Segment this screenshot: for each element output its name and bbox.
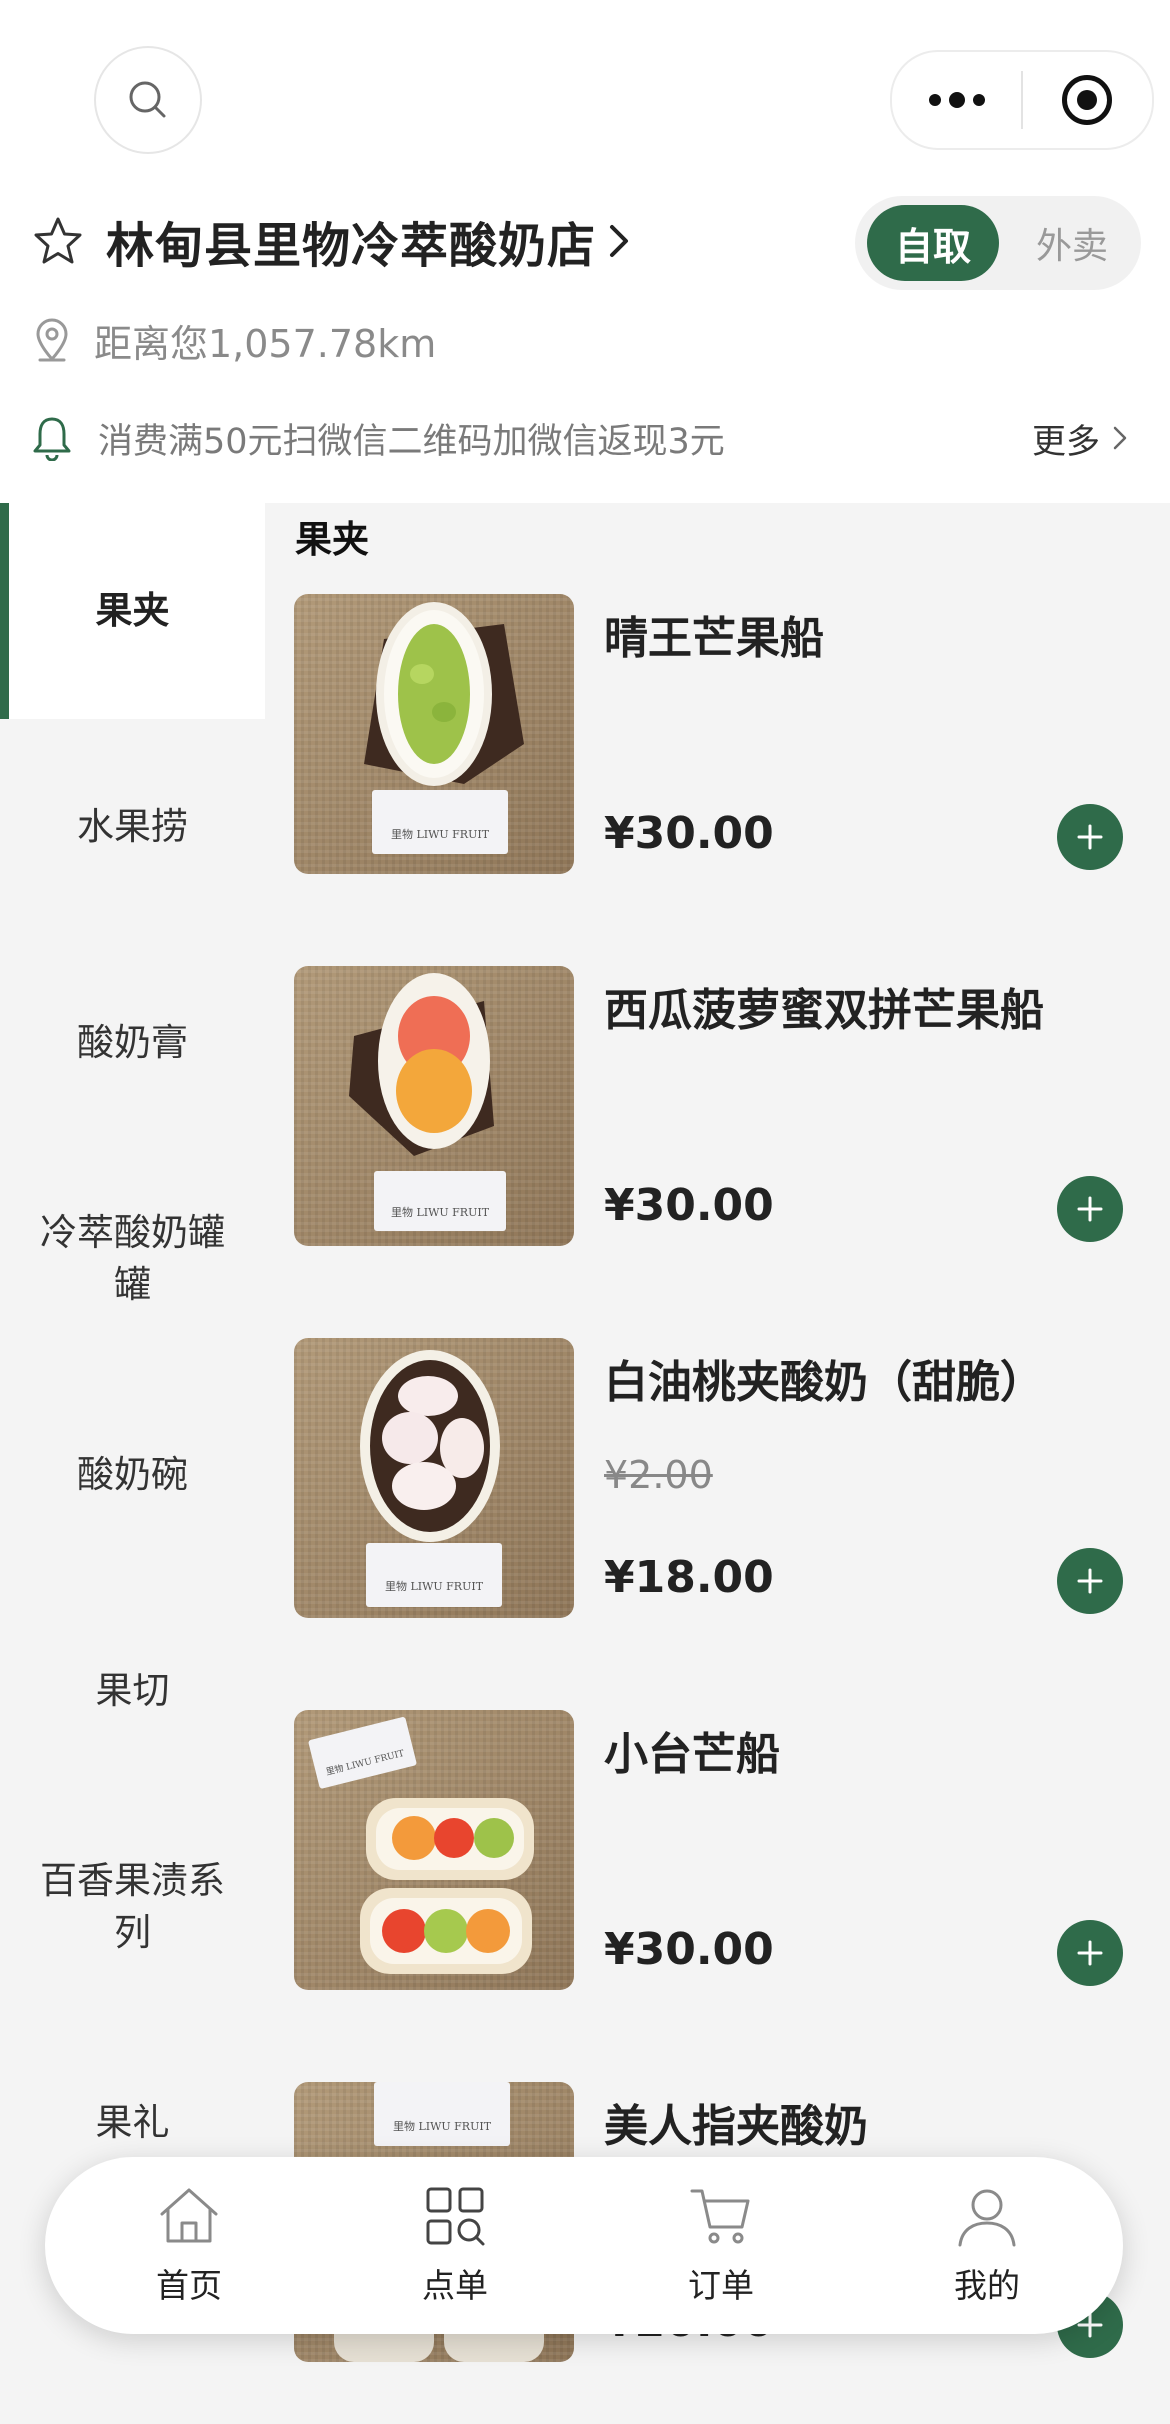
product-card[interactable]: 里物 LIWU FRUIT 晴王芒果船 ¥30.00 — [294, 594, 1154, 874]
bell-icon — [33, 417, 71, 461]
brand-caption: 里物 LIWU FRUIT — [391, 827, 490, 841]
brand-caption: 里物 LIWU FRUIT — [385, 1579, 484, 1593]
close-mini-program-button[interactable] — [1023, 52, 1152, 148]
add-to-cart-button[interactable] — [1057, 1920, 1123, 1986]
notice-bar[interactable]: 消费满50元扫微信二维码加微信返现3元 更多 — [32, 408, 1142, 468]
product-price: ¥30.00 — [604, 1924, 774, 1975]
tab-profile[interactable]: 我的 — [882, 2157, 1092, 2334]
tab-label: 首页 — [156, 2266, 222, 2305]
plus-icon — [1077, 1196, 1103, 1222]
category-item[interactable]: 果切 — [0, 1583, 265, 1799]
order-grid-icon — [426, 2187, 485, 2246]
product-price: ¥30.00 — [604, 1180, 774, 1231]
pickup-mode-tab[interactable]: 自取 — [867, 205, 999, 281]
product-price: ¥18.00 — [604, 1552, 774, 1603]
product-name: 小台芒船 — [604, 1729, 780, 1780]
tab-order[interactable]: 点单 — [350, 2157, 560, 2334]
mini-program-capsule — [890, 50, 1154, 150]
search-button[interactable] — [94, 46, 202, 154]
location-pin-icon — [36, 318, 68, 362]
chevron-right-icon — [1113, 426, 1127, 450]
home-icon — [160, 2188, 218, 2243]
tab-label: 我的 — [954, 2266, 1020, 2305]
product-image: 里物 LIWU FRUIT — [294, 966, 574, 1246]
category-item[interactable]: 果夹 — [0, 503, 265, 719]
more-link[interactable]: 更多 — [1032, 408, 1128, 468]
product-image: 里物 LIWU FRUIT — [294, 594, 574, 874]
chevron-right-icon — [610, 225, 629, 257]
product-name: 西瓜菠萝蜜双拼芒果船 — [604, 985, 1044, 1036]
product-name: 美人指夹酸奶 — [604, 2101, 868, 2152]
brand-caption: 里物 LIWU FRUIT — [393, 2119, 492, 2133]
more-label: 更多 — [1032, 421, 1100, 462]
add-to-cart-button[interactable] — [1057, 1176, 1123, 1242]
store-name: 林甸县里物冷萃酸奶店 — [106, 218, 597, 274]
product-name: 白油桃夹酸奶（甜脆） — [604, 1357, 1044, 1408]
add-to-cart-button[interactable] — [1057, 1548, 1123, 1614]
bottom-tab-bar: 首页 点单 订单 我的 — [45, 2157, 1123, 2334]
add-to-cart-button[interactable] — [1057, 804, 1123, 870]
category-item[interactable]: 酸奶碗 — [0, 1367, 265, 1583]
product-image: 里物 LIWU FRUIT — [294, 1338, 574, 1618]
star-icon[interactable] — [32, 215, 84, 267]
tab-label: 点单 — [422, 2266, 488, 2305]
product-card[interactable]: 里物 LIWU FRUIT 白油桃夹酸奶（甜脆） ¥2.00 ¥18.00 — [294, 1338, 1154, 1618]
original-price: ¥2.00 — [604, 1453, 713, 1497]
distance-row: 距离您1,057.78km — [34, 310, 436, 370]
tab-label: 订单 — [688, 2266, 754, 2305]
product-image: 里物 LIWU FRUIT — [294, 1710, 574, 1990]
category-item[interactable]: 酸奶膏 — [0, 935, 265, 1151]
tab-home[interactable]: 首页 — [84, 2157, 294, 2334]
product-price: ¥30.00 — [604, 808, 774, 859]
category-item[interactable]: 冷萃酸奶罐罐 — [0, 1151, 265, 1367]
distance-text: 距离您1,057.78km — [94, 321, 437, 366]
user-icon — [958, 2189, 1016, 2247]
target-icon — [1062, 75, 1113, 125]
delivery-mode-tab[interactable]: 外卖 — [1013, 205, 1131, 281]
cart-icon — [690, 2189, 750, 2244]
category-item[interactable]: 水果捞 — [0, 719, 265, 935]
section-title: 果夹 — [295, 518, 369, 561]
notice-text: 消费满50元扫微信二维码加微信返现3元 — [98, 421, 725, 462]
pickup-delivery-toggle: 自取 外卖 — [855, 196, 1141, 290]
search-icon — [129, 81, 166, 118]
more-menu-button[interactable] — [892, 52, 1021, 148]
tab-orders[interactable]: 订单 — [616, 2157, 826, 2334]
plus-icon — [1077, 1568, 1103, 1594]
plus-icon — [1077, 1940, 1103, 1966]
product-card[interactable]: 里物 LIWU FRUIT 小台芒船 ¥30.00 — [294, 1710, 1154, 1990]
category-item[interactable]: 百香果渍系列 — [0, 1799, 265, 2015]
store-header[interactable]: 林甸县里物冷萃酸奶店 — [32, 206, 630, 276]
product-card[interactable]: 里物 LIWU FRUIT 西瓜菠萝蜜双拼芒果船 ¥30.00 — [294, 966, 1154, 1246]
more-dots-icon — [928, 92, 985, 108]
product-list: 果夹 里物 LIWU FRUIT 晴王芒果船 ¥30.00 里物 LIWU FR… — [265, 503, 1170, 2424]
category-sidebar: 果夹 水果捞 酸奶膏 冷萃酸奶罐罐 酸奶碗 果切 百香果渍系列 果礼 — [0, 503, 265, 2424]
plus-icon — [1077, 824, 1103, 850]
brand-caption: 里物 LIWU FRUIT — [391, 1205, 490, 1219]
product-name: 晴王芒果船 — [604, 613, 824, 664]
